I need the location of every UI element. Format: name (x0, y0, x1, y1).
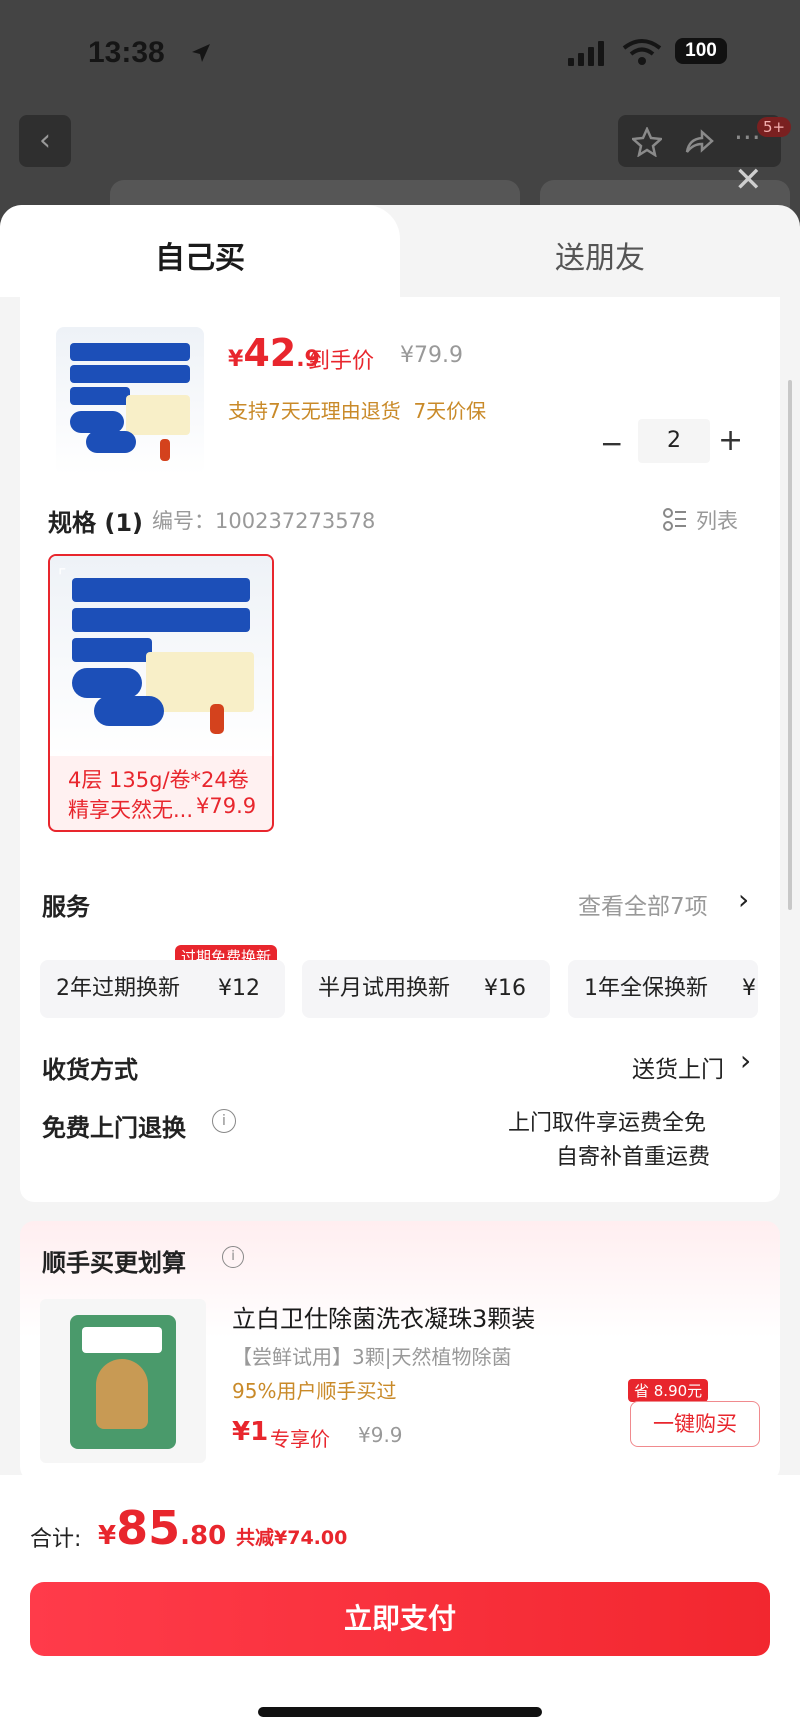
spec-option-line1: 4层 135g/卷*24卷 (68, 768, 249, 792)
star-icon[interactable] (632, 127, 662, 157)
spec-option-image (50, 556, 272, 756)
free-return-line1: 上门取件享运费全免 (508, 1111, 707, 1136)
delivery-value[interactable]: 送货上门 (632, 1050, 724, 1084)
spec-option-selected[interactable]: ⌜ 4层 135g/卷*24卷 精享天然无... ¥79.9 (48, 554, 274, 832)
addon-original-price: ¥9.9 (358, 1423, 403, 1447)
free-return-line2: 自寄补首重运费 (556, 1145, 711, 1170)
signal-icon (568, 41, 604, 66)
service-option[interactable]: 2年过期换新 ¥12 (40, 960, 285, 1018)
home-indicator[interactable] (258, 1707, 542, 1717)
message-count-badge: 5+ (757, 117, 792, 137)
free-return-label: 免费上门退换 (42, 1114, 186, 1142)
info-icon[interactable]: i (222, 1246, 244, 1268)
total-label: 合计: (30, 1527, 82, 1552)
sku-number: 编号：100237273578 (152, 509, 376, 533)
addon-product-name[interactable]: 立白卫仕除菌洗衣凝珠3颗装 (232, 1299, 535, 1334)
addon-card: 顺手买更划算 i 立白卫仕除菌洗衣凝珠3颗装 【尝鲜试用】3颗|天然植物除菌 9… (20, 1221, 780, 1481)
total-amount: ¥85.80 (98, 1501, 227, 1555)
addon-social-proof: 95%用户顺手买过 (232, 1379, 397, 1403)
addon-price: ¥1 (232, 1417, 269, 1447)
service-option[interactable]: 半月试用换新 ¥16 (302, 960, 550, 1018)
total-discount: 共减¥74.00 (236, 1527, 348, 1549)
delivery-label: 收货方式 (42, 1056, 138, 1084)
one-click-buy-button[interactable]: 一键购买 (630, 1401, 760, 1447)
spec-title: 规格 (1) (48, 509, 143, 537)
service-title: 服务 (42, 893, 90, 921)
back-button[interactable]: ‹ (19, 115, 71, 167)
chevron-right-icon[interactable]: › (738, 883, 749, 916)
return-guarantee: 支持7天无理由退货 7天价保 (228, 399, 487, 423)
info-icon[interactable]: i (212, 1109, 236, 1133)
close-icon[interactable]: ✕ (734, 160, 763, 200)
location-arrow-icon (192, 44, 210, 62)
tab-gift-friend-label[interactable]: 送朋友 (400, 233, 800, 277)
service-view-all[interactable]: 查看全部7项 (578, 887, 708, 921)
quantity-field[interactable]: 2 (638, 419, 710, 463)
addon-description: 【尝鲜试用】3颗|天然植物除菌 (232, 1345, 512, 1369)
scrollbar[interactable] (788, 380, 792, 910)
share-icon[interactable] (684, 127, 714, 157)
status-time: 13:38 (88, 36, 165, 69)
addon-title: 顺手买更划算 (42, 1249, 186, 1277)
product-thumbnail[interactable] (56, 327, 204, 475)
battery-indicator: 100 (675, 38, 727, 64)
spec-option-price: ¥79.9 (196, 794, 257, 818)
price: ¥42.9 (228, 331, 320, 375)
tab-buy-self-label[interactable]: 自己买 (0, 233, 400, 277)
addon-price-label: 专享价 (270, 1427, 330, 1451)
save-badge: 省 8.90元 (628, 1379, 709, 1402)
spec-option-line2: 精享天然无... (68, 798, 194, 822)
quantity-minus-button[interactable]: − (600, 427, 623, 460)
addon-thumbnail[interactable] (40, 1299, 206, 1463)
expand-icon[interactable]: ⌜ (58, 566, 66, 587)
pay-now-button[interactable]: 立即支付 (30, 1582, 770, 1656)
chevron-right-icon[interactable]: › (740, 1044, 751, 1077)
list-view-icon[interactable] (662, 507, 688, 533)
wifi-icon (622, 39, 662, 65)
service-option[interactable]: 1年全保换新 ¥ (568, 960, 758, 1018)
list-view-label[interactable]: 列表 (696, 505, 738, 535)
quantity-plus-button[interactable]: + (718, 423, 743, 458)
price-label: 到手价 (308, 349, 375, 374)
original-price: ¥79.9 (400, 343, 463, 368)
purchase-sheet: 自己买 送朋友 ¥42.9 到手价 ¥79.9 支持7天无理由退货 7天价保 −… (0, 205, 800, 1733)
